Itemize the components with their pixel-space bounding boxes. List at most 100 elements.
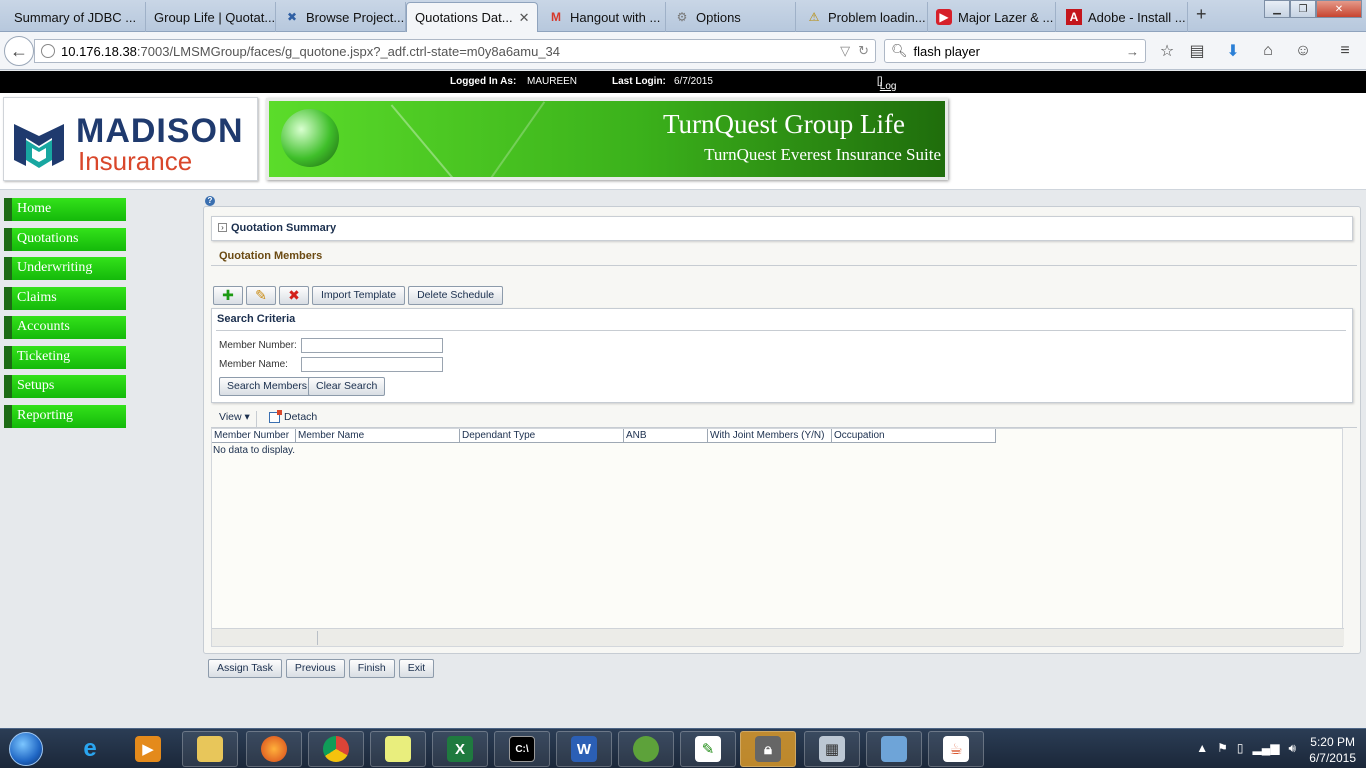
search-go-icon[interactable]: → [1126, 44, 1145, 59]
bookmark-star-icon[interactable]: ☆ [1156, 40, 1178, 62]
adobe-icon: A [1066, 9, 1082, 25]
menu-item-quotations[interactable]: Quotations [4, 227, 126, 251]
quotation-summary-title[interactable]: Quotation Summary [231, 222, 336, 234]
firefox-icon[interactable] [246, 731, 302, 767]
new-tab-icon[interactable]: + [1196, 4, 1207, 25]
browser-tab-bar: Summary of JDBC ... Group Life | Quotat.… [0, 0, 1366, 32]
previous-button[interactable]: Previous [285, 659, 345, 678]
tab-problem-loading[interactable]: ⚠ Problem loadin... [798, 2, 928, 32]
maximize-icon[interactable]: ❐ [1290, 0, 1316, 18]
menu-item-reporting[interactable]: Reporting [4, 404, 126, 428]
system-clock[interactable]: 5:20 PM 6/7/2015 [1309, 734, 1356, 766]
media-player-icon[interactable]: ▶ [120, 731, 176, 767]
url-path: :7003/LMSMGroup/faces/g_quotone.jspx?_ad… [136, 43, 561, 59]
import-template-button[interactable]: Import Template [312, 286, 406, 305]
left-menu: Home Quotations Underwriting Claims Acco… [4, 198, 126, 434]
tab-options[interactable]: ⚙ Options [666, 2, 796, 32]
tab-label: Browse Project... [306, 9, 405, 25]
member-name-label: Member Name: [219, 359, 288, 370]
edit-member-button[interactable]: ✎ [246, 286, 276, 305]
menu-item-setups[interactable]: Setups [4, 375, 126, 398]
column-header-occupation[interactable]: Occupation [832, 429, 996, 443]
tab-group-life[interactable]: Group Life | Quotat... [146, 2, 276, 32]
reload-icon[interactable]: ↻ [858, 43, 869, 59]
tab-browse-project[interactable]: ✖ Browse Project... [276, 2, 406, 32]
tab-major-lazer[interactable]: ▶ Major Lazer & ... [928, 2, 1056, 32]
dropdown-arrow-icon[interactable]: ▽ [840, 43, 850, 59]
minimize-icon[interactable]: ▁ [1264, 0, 1290, 18]
table-header: Member Number Member Name Dependant Type… [212, 429, 1342, 443]
volume-icon[interactable]: 🔊︎ [1288, 741, 1296, 756]
menu-item-home[interactable]: Home [4, 198, 126, 221]
download-icon[interactable]: ⬇ [1222, 40, 1244, 62]
delete-schedule-button[interactable]: Delete Schedule [408, 286, 504, 305]
home-icon[interactable]: ⌂ [1257, 40, 1279, 62]
frog-app-icon[interactable] [618, 731, 674, 767]
tab-hangout[interactable]: M Hangout with ... [540, 2, 666, 32]
assign-task-button[interactable]: Assign Task [208, 659, 282, 678]
close-icon[interactable]: ✕ [519, 10, 530, 26]
help-icon[interactable]: ? [205, 196, 215, 206]
notepad-plus-icon[interactable]: ✎ [680, 731, 736, 767]
exit-button[interactable]: Exit [398, 659, 435, 678]
cmd-icon[interactable]: C:\ [494, 731, 550, 767]
tab-summary-jdbc[interactable]: Summary of JDBC ... [6, 2, 146, 32]
column-header-joint-members[interactable]: With Joint Members (Y/N) [708, 429, 832, 443]
bookmarks-list-icon[interactable]: ▤ [1186, 40, 1208, 62]
show-hidden-icons-icon[interactable]: ▲ [1196, 741, 1208, 756]
internet-explorer-icon[interactable]: e [62, 731, 118, 767]
menu-item-accounts[interactable]: Accounts [4, 316, 126, 339]
calculator-icon[interactable]: ▦ [804, 731, 860, 767]
browser-search-input[interactable]: 🔍︎ flash player → [884, 39, 1146, 63]
chrome-icon[interactable] [308, 731, 364, 767]
menu-item-underwriting[interactable]: Underwriting [4, 257, 126, 280]
url-bar[interactable]: 10.176.18.38 :7003/LMSMGroup/faces/g_quo… [34, 39, 876, 63]
menu-item-ticketing[interactable]: Ticketing [4, 345, 126, 369]
member-number-input[interactable] [301, 338, 443, 353]
finish-button[interactable]: Finish [348, 659, 395, 678]
column-header-anb[interactable]: ANB [624, 429, 708, 443]
quotation-summary-panel[interactable]: › Quotation Summary [211, 216, 1353, 241]
control-panel-icon[interactable] [866, 731, 922, 767]
excel-icon[interactable]: X [432, 731, 488, 767]
sticky-notes-icon[interactable] [370, 731, 426, 767]
tab-label: Quotations Dat... [415, 10, 513, 25]
column-header-dependant-type[interactable]: Dependant Type [460, 429, 624, 443]
word-icon[interactable]: W [556, 731, 612, 767]
vpn-lock-icon[interactable]: 🔒︎ [740, 731, 796, 767]
network-signal-icon[interactable]: ▂▄▆ [1252, 741, 1279, 756]
detach-button[interactable]: Detach [269, 409, 317, 423]
view-menu[interactable]: View ▾ [213, 411, 257, 427]
disclosure-icon[interactable]: › [218, 223, 227, 232]
file-explorer-icon[interactable] [182, 731, 238, 767]
search-value: flash player [913, 43, 980, 59]
member-name-input[interactable] [301, 357, 443, 372]
gear-icon: ⚙ [676, 10, 688, 24]
banner-title: TurnQuest Group Life [663, 109, 905, 139]
tab-label: Problem loadin... [828, 9, 926, 25]
tab-quotations[interactable]: Quotations Dat... ✕ [406, 2, 538, 32]
menu-item-claims[interactable]: Claims [4, 286, 126, 310]
tab-label: Adobe - Install ... [1088, 9, 1186, 25]
tab-label: Group Life | Quotat... [154, 9, 276, 25]
delete-member-button[interactable]: ✖ [279, 286, 309, 305]
windows-start-icon [9, 732, 43, 766]
clear-search-button[interactable]: Clear Search [308, 377, 386, 396]
back-button[interactable]: ← [4, 36, 34, 66]
search-members-button[interactable]: Search Members [219, 377, 315, 396]
tab-label: Options [696, 9, 741, 25]
action-center-icon[interactable]: ⚑ [1217, 741, 1228, 756]
menu-icon[interactable]: ≡ [1334, 40, 1356, 62]
column-header-member-name[interactable]: Member Name [296, 429, 460, 443]
system-tray: ▲ ⚑ ▯ ▂▄▆ 🔊︎ [1196, 741, 1296, 756]
start-button[interactable] [4, 731, 48, 767]
java-icon[interactable]: ☕︎ [928, 731, 984, 767]
device-icon[interactable]: ▯ [1237, 741, 1244, 756]
hello-icon[interactable]: ☺ [1292, 40, 1314, 62]
add-member-button[interactable]: ✚ [213, 286, 243, 305]
tab-adobe[interactable]: A Adobe - Install ... [1058, 2, 1188, 32]
close-window-icon[interactable]: ✕ [1316, 0, 1362, 18]
warning-icon: ⚠ [808, 10, 820, 24]
column-header-member-number[interactable]: Member Number [212, 429, 296, 443]
last-login-label: Last Login: [612, 76, 666, 87]
